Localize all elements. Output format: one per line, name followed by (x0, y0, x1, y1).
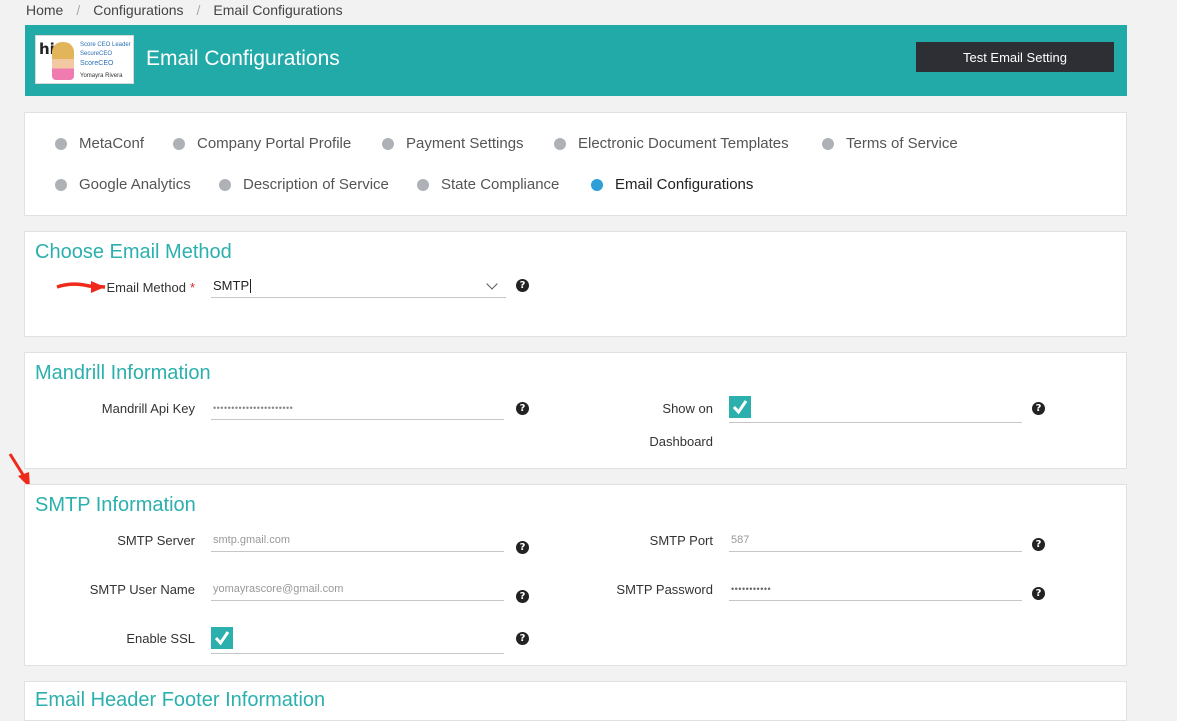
help-icon[interactable]: ? (1032, 587, 1045, 600)
smtp-password-field[interactable]: ••••••••••• (729, 577, 1022, 601)
email-method-panel: Choose Email Method Email Method * SMTP ? (24, 231, 1127, 337)
logo-text: ScoreCEO (80, 60, 114, 67)
mandrill-api-key-label: Mandrill Api Key (101, 401, 195, 416)
help-icon[interactable]: ? (1032, 402, 1045, 415)
smtp-server-label: SMTP Server (117, 533, 195, 548)
checkmark-icon (732, 400, 748, 415)
config-nav-panel: MetaConf Company Portal Profile Payment … (24, 112, 1127, 216)
smtp-user-name-label: SMTP User Name (89, 582, 195, 597)
nav-item-label: Description of Service (243, 176, 389, 193)
page-header: hi Score CEO Leader SecureCEO ScoreCEO Y… (25, 25, 1127, 96)
smtp-server-field[interactable]: smtp.gmail.com (211, 528, 504, 552)
enable-ssl-field (211, 630, 504, 654)
email-method-label-text: Email Method (106, 280, 186, 295)
breadcrumb-separator: / (76, 2, 81, 18)
breadcrumb-home[interactable]: Home (26, 2, 63, 18)
email-method-value: SMTP (213, 278, 250, 293)
nav-item-google-analytics[interactable]: Google Analytics (55, 176, 191, 193)
smtp-password-label: SMTP Password (616, 582, 713, 597)
help-icon[interactable]: ? (516, 590, 529, 603)
chevron-down-icon (486, 278, 498, 290)
logo-avatar-illustration (52, 42, 74, 80)
mandrill-panel: Mandrill Information Mandrill Api Key ••… (24, 352, 1127, 469)
nav-item-label: State Compliance (441, 176, 560, 193)
show-on-dashboard-field (729, 399, 1022, 423)
company-logo: hi Score CEO Leader SecureCEO ScoreCEO Y… (35, 35, 134, 84)
section-title: Email Header Footer Information (35, 689, 326, 711)
nav-item-label: Company Portal Profile (197, 135, 352, 152)
nav-item-label: MetaConf (79, 135, 145, 152)
nav-item-label: Electronic Document Templates (578, 135, 789, 152)
email-method-label: Email Method * (106, 280, 195, 295)
show-on-dashboard-label-line1: Show on (662, 401, 713, 416)
breadcrumb-current: Email Configurations (213, 2, 343, 18)
smtp-port-label: SMTP Port (649, 533, 713, 548)
section-title: SMTP Information (35, 494, 196, 516)
section-title: Choose Email Method (35, 241, 232, 263)
text-caret (250, 278, 252, 293)
nav-dot-icon (417, 178, 429, 191)
help-icon[interactable]: ? (516, 402, 529, 415)
nav-item-label: Google Analytics (79, 176, 191, 193)
nav-item-metaconf[interactable]: MetaConf (55, 135, 144, 152)
nav-item-company-portal-profile[interactable]: Company Portal Profile (173, 135, 351, 152)
nav-dot-icon (55, 137, 67, 150)
nav-item-terms-of-service[interactable]: Terms of Service (822, 135, 958, 152)
red-arrow-annotation (56, 281, 106, 293)
logo-text: Yomayra Rivera (80, 73, 123, 79)
page-title: Email Configurations (146, 47, 340, 70)
logo-text: Score CEO Leader (80, 42, 131, 48)
help-icon[interactable]: ? (1032, 538, 1045, 551)
nav-item-email-configurations[interactable]: Email Configurations (591, 176, 753, 193)
required-marker: * (189, 280, 195, 295)
nav-item-description-of-service[interactable]: Description of Service (219, 176, 389, 193)
smtp-panel: SMTP Information SMTP Server smtp.gmail.… (24, 484, 1127, 666)
breadcrumb-separator: / (196, 2, 201, 18)
mandrill-api-key-field[interactable]: •••••••••••••••••••••• (211, 396, 504, 420)
show-on-dashboard-label-line2: Dashboard (649, 434, 713, 449)
section-title: Mandrill Information (35, 362, 211, 384)
nav-dot-icon (173, 137, 185, 150)
nav-dot-icon (382, 137, 394, 150)
email-header-footer-panel: Email Header Footer Information (24, 681, 1127, 721)
help-icon[interactable]: ? (516, 279, 529, 292)
test-email-setting-button[interactable]: Test Email Setting (916, 42, 1114, 72)
breadcrumb: Home / Configurations / Email Configurat… (26, 0, 343, 20)
smtp-port-field[interactable]: 587 (729, 528, 1022, 552)
help-icon[interactable]: ? (516, 632, 529, 645)
nav-dot-icon (822, 137, 834, 150)
checkmark-icon (214, 631, 230, 646)
show-on-dashboard-checkbox[interactable] (729, 396, 751, 418)
smtp-user-name-field[interactable]: yomayrascore@gmail.com (211, 577, 504, 601)
breadcrumb-configurations[interactable]: Configurations (93, 2, 183, 18)
help-icon[interactable]: ? (516, 541, 529, 554)
logo-text: SecureCEO (80, 51, 113, 57)
nav-item-label: Payment Settings (406, 135, 524, 152)
nav-dot-icon (55, 178, 67, 191)
nav-dot-icon (591, 178, 603, 191)
nav-item-payment-settings[interactable]: Payment Settings (382, 135, 524, 152)
email-method-select[interactable]: SMTP (211, 274, 506, 298)
enable-ssl-label: Enable SSL (126, 631, 195, 646)
nav-item-state-compliance[interactable]: State Compliance (417, 176, 559, 193)
nav-item-label: Email Configurations (615, 176, 754, 193)
nav-item-electronic-document-templates[interactable]: Electronic Document Templates (554, 135, 789, 152)
enable-ssl-checkbox[interactable] (211, 627, 233, 649)
nav-dot-icon (554, 137, 566, 150)
nav-dot-icon (219, 178, 231, 191)
nav-item-label: Terms of Service (846, 135, 958, 152)
